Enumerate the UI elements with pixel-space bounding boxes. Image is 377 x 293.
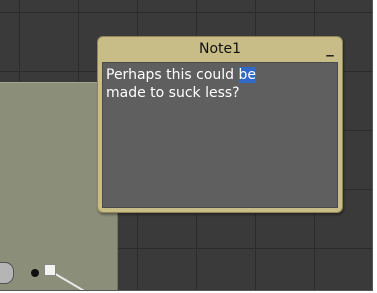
note-text-rest: made to suck less? xyxy=(106,85,240,101)
note-text-selection: be xyxy=(238,67,257,83)
node-graph-canvas[interactable]: Note1 _ Perhaps this could be made to su… xyxy=(0,0,373,291)
note-text-area[interactable]: Perhaps this could be made to suck less? xyxy=(102,62,338,208)
note-text: Perhaps this could xyxy=(106,67,239,83)
sticky-note[interactable]: Note1 _ Perhaps this could be made to su… xyxy=(97,36,343,213)
output-port-dot-icon[interactable] xyxy=(31,269,39,277)
node-edge[interactable] xyxy=(0,262,14,284)
connector-square-icon[interactable] xyxy=(44,264,56,276)
note-title: Note1 xyxy=(198,41,242,57)
minimize-icon[interactable]: _ xyxy=(324,38,336,58)
